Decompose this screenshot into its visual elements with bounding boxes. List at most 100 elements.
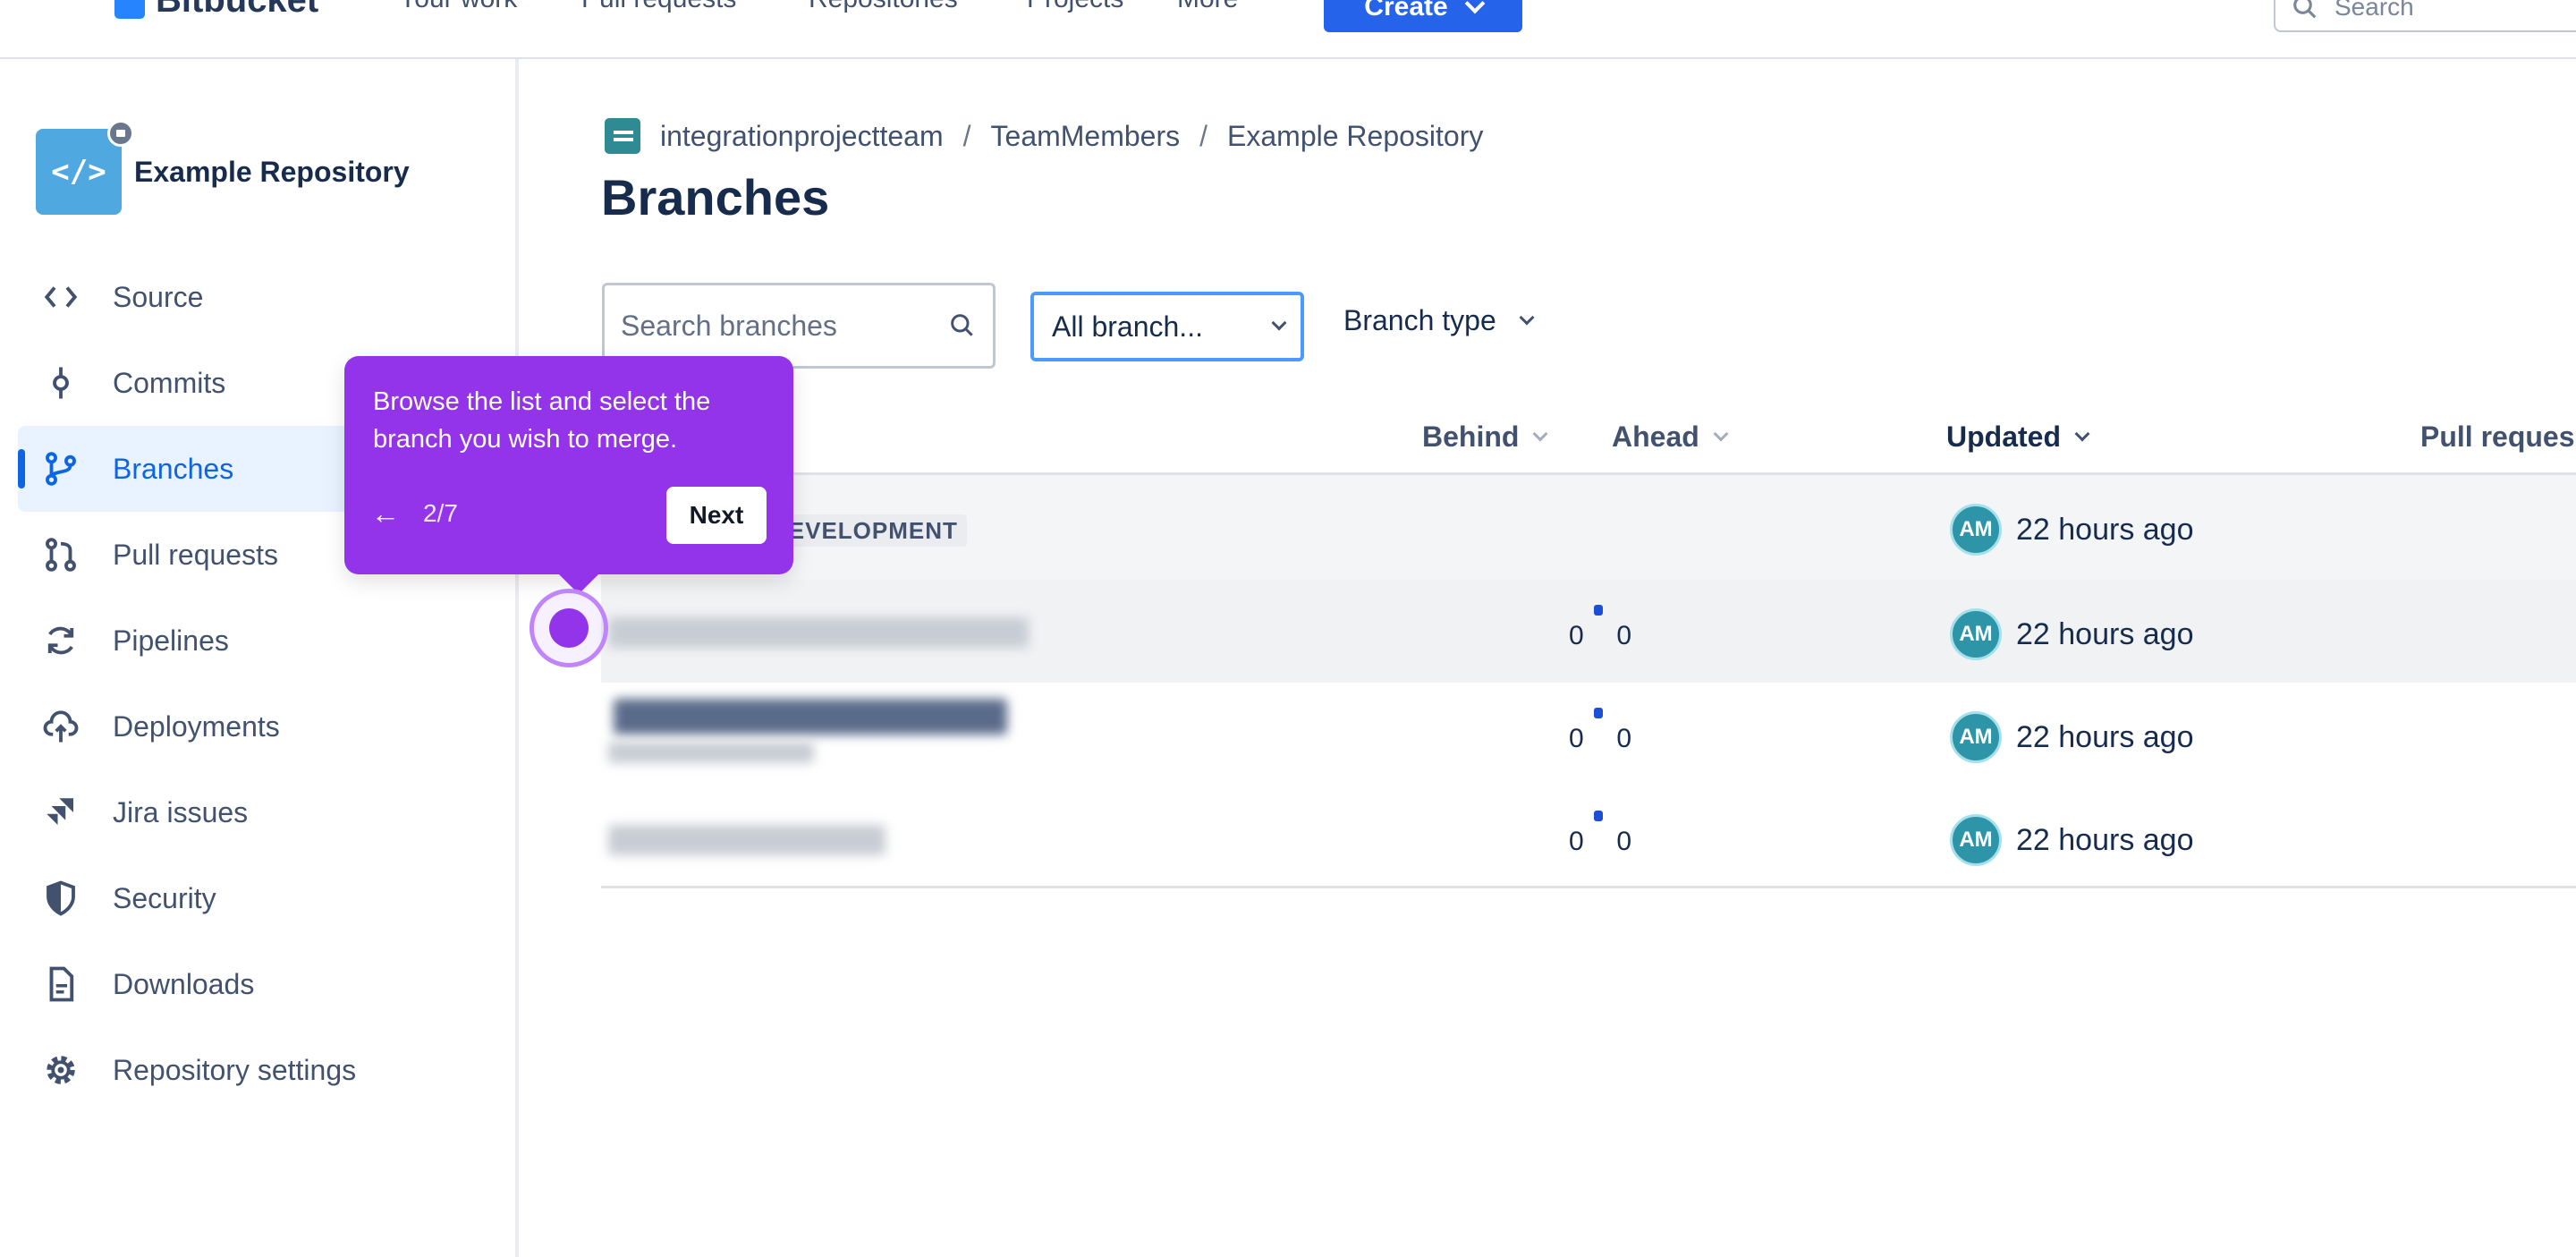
branch-name-redacted — [614, 699, 1007, 735]
code-icon: </> — [51, 154, 106, 190]
sidebar-item-label: Commits — [113, 366, 226, 399]
column-pull-requests-label: Pull reques — [2420, 420, 2575, 453]
sidebar-item-label: Repository settings — [113, 1053, 357, 1086]
sidebar-item-label: Pipelines — [113, 624, 229, 657]
nav-more[interactable]: More — [1177, 0, 1238, 14]
branch-type-dropdown[interactable]: Branch type — [1343, 304, 1535, 337]
page-title: Branches — [601, 169, 830, 225]
commit-icon — [41, 363, 80, 403]
table-row[interactable]: DEVELOPMENT AM 22 hours ago — [601, 472, 2576, 580]
nav-projects[interactable]: Projects — [1027, 0, 1123, 14]
create-button[interactable]: Create — [1324, 0, 1522, 32]
sidebar-item-source[interactable]: Source — [18, 254, 501, 340]
table-row[interactable]: 0 0 AM 22 hours ago — [601, 580, 2576, 683]
updated-cell: AM 22 hours ago — [1950, 711, 2194, 763]
jira-icon — [41, 793, 80, 832]
branch-icon — [41, 449, 80, 488]
brand-name: Bitbucket — [156, 0, 319, 20]
avatar: AM — [1950, 608, 2002, 660]
tour-tooltip: Browse the list and select the branch yo… — [344, 356, 793, 594]
branch-meta-redacted — [608, 742, 814, 763]
chevron-down-icon — [1532, 426, 1548, 441]
behind-count: 0 — [1569, 724, 1584, 753]
bitbucket-logo-icon — [114, 0, 145, 19]
avatar: AM — [1950, 504, 2002, 556]
sidebar: </> Example Repository Source Commits Br… — [0, 59, 519, 1257]
all-branches-dropdown[interactable]: All branch... — [1030, 292, 1304, 361]
tour-beacon-dot — [549, 608, 589, 648]
avatar: AM — [1950, 711, 2002, 763]
breadcrumb-project[interactable]: TeamMembers — [991, 120, 1181, 153]
back-arrow-icon[interactable]: ← — [371, 497, 400, 531]
create-label: Create — [1364, 0, 1448, 21]
top-navigation: Bitbucket Your work Pull requests Reposi… — [0, 0, 2576, 59]
behind-count: 0 — [1569, 827, 1584, 856]
breadcrumb-workspace[interactable]: integrationprojectteam — [660, 120, 944, 153]
sidebar-item-label: Branches — [113, 452, 234, 485]
bitbucket-logo[interactable]: Bitbucket — [114, 0, 318, 21]
table-row[interactable]: 0 0 AM 22 hours ago — [601, 683, 2576, 786]
updated-time: 22 hours ago — [2016, 719, 2194, 754]
column-pull-requests[interactable]: Pull reques — [2420, 420, 2575, 454]
branches-table: DEVELOPMENT AM 22 hours ago 0 0 AM 22 ho… — [601, 472, 2576, 888]
repo-header[interactable]: </> Example Repository — [36, 120, 410, 215]
count-indicator — [1594, 605, 1603, 616]
sidebar-item-label: Source — [113, 280, 204, 313]
behind-ahead-counts: 0 0 — [1569, 827, 1631, 857]
sidebar-item-label: Pull requests — [113, 538, 278, 571]
behind-ahead-counts: 0 0 — [1569, 621, 1631, 651]
avatar: AM — [1950, 814, 2002, 866]
repo-avatar: </> — [36, 120, 134, 215]
sidebar-item-deployments[interactable]: Deployments — [18, 684, 501, 769]
search-branches-placeholder: Search branches — [621, 309, 837, 342]
sidebar-item-security[interactable]: Security — [18, 855, 501, 941]
updated-cell: AM 22 hours ago — [1950, 608, 2194, 660]
breadcrumb-repo[interactable]: Example Repository — [1227, 120, 1483, 153]
table-row[interactable]: 0 0 AM 22 hours ago — [601, 786, 2576, 888]
sidebar-item-pipelines[interactable]: Pipelines — [18, 598, 501, 684]
tour-next-button[interactable]: Next — [666, 487, 767, 544]
tour-tooltip-text: Browse the list and select the branch yo… — [373, 387, 711, 454]
shield-icon — [41, 879, 80, 918]
all-branches-label: All branch... — [1052, 310, 1203, 343]
column-ahead[interactable]: Ahead — [1612, 420, 1729, 454]
ahead-count: 0 — [1616, 827, 1631, 856]
updated-time: 22 hours ago — [2016, 822, 2194, 857]
cloud-upload-icon — [41, 707, 80, 746]
behind-ahead-counts: 0 0 — [1569, 724, 1631, 754]
tour-step-counter: 2/7 — [423, 499, 458, 527]
count-indicator — [1594, 708, 1603, 718]
chevron-down-icon — [1271, 315, 1287, 331]
branch-name-redacted — [608, 617, 1029, 648]
document-icon — [41, 964, 80, 1004]
count-indicator — [1594, 811, 1603, 821]
repo-name: Example Repository — [134, 155, 410, 188]
sidebar-item-jira-issues[interactable]: Jira issues — [18, 769, 501, 855]
column-updated[interactable]: Updated — [1946, 420, 2090, 454]
search-icon — [2293, 0, 2317, 19]
breadcrumb-separator: / — [1199, 119, 1208, 152]
chevron-down-icon — [1464, 0, 1486, 14]
app-switcher-icon[interactable] — [50, 0, 86, 14]
sidebar-item-label: Jira issues — [113, 795, 249, 828]
nav-repositories[interactable]: Repositories — [809, 0, 958, 14]
code-icon — [41, 277, 80, 317]
sidebar-item-downloads[interactable]: Downloads — [18, 941, 501, 1027]
project-icon — [605, 118, 640, 154]
sidebar-item-label: Security — [113, 881, 216, 914]
nav-your-work[interactable]: Your work — [399, 0, 517, 14]
sidebar-item-label: Deployments — [113, 709, 280, 743]
chevron-down-icon — [1519, 310, 1535, 325]
column-behind-label: Behind — [1422, 420, 1520, 453]
sidebar-item-repository-settings[interactable]: Repository settings — [18, 1027, 501, 1113]
updated-cell: AM 22 hours ago — [1950, 814, 2194, 866]
tour-beacon[interactable] — [530, 589, 608, 667]
global-search-input[interactable]: Search — [2274, 0, 2576, 32]
column-behind[interactable]: Behind — [1422, 420, 1548, 454]
chevron-down-icon — [1713, 426, 1729, 441]
global-search-placeholder: Search — [2334, 0, 2414, 21]
breadcrumb: integrationprojectteam / TeamMembers / E… — [605, 118, 1483, 154]
ahead-count: 0 — [1616, 724, 1631, 753]
nav-pull-requests[interactable]: Pull requests — [581, 0, 736, 14]
search-icon — [951, 314, 973, 336]
